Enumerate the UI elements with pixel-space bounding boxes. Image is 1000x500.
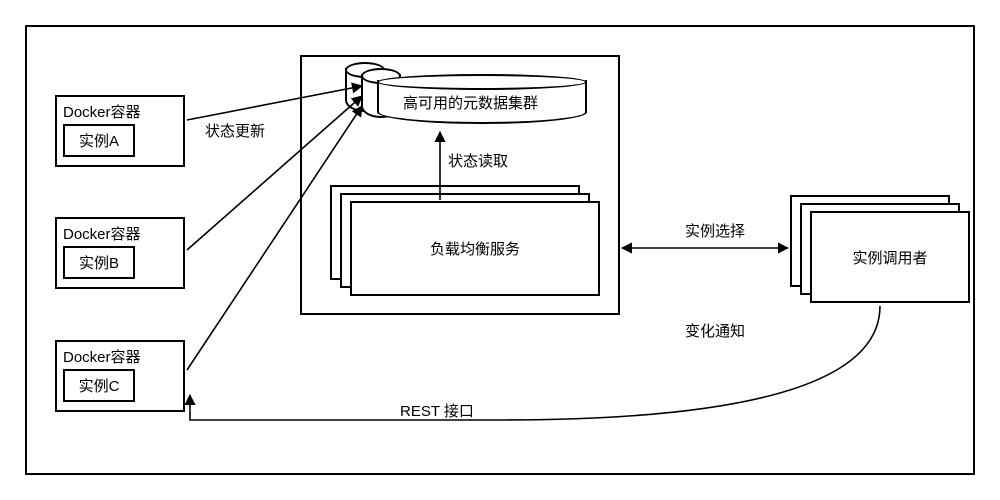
instance-a-box: 实例A: [63, 124, 135, 157]
instance-a-label: 实例A: [79, 133, 119, 150]
metadata-cluster-label: 高可用的元数据集群: [403, 92, 538, 113]
docker-container-a: Docker容器 实例A: [55, 95, 185, 167]
edge-label-state-read: 状态读取: [448, 150, 508, 171]
edge-label-change-notify: 变化通知: [685, 320, 745, 341]
edge-label-instance-select: 实例选择: [685, 220, 745, 241]
edge-label-state-update: 状态更新: [205, 120, 265, 141]
docker-container-b: Docker容器 实例B: [55, 217, 185, 289]
edge-label-rest-api: REST 接口: [400, 400, 474, 421]
docker-container-c: Docker容器 实例C: [55, 340, 185, 412]
instance-b-label: 实例B: [79, 255, 119, 272]
load-balance-stack: 负载均衡服务: [330, 185, 600, 295]
diagram-canvas: Docker容器 实例A Docker容器 实例B Docker容器 实例C 高…: [0, 0, 1000, 500]
docker-title-c: Docker容器: [63, 346, 177, 367]
metadata-cluster: 高可用的元数据集群: [345, 62, 595, 132]
instance-caller-stack: 实例调用者: [790, 195, 970, 305]
instance-caller-label: 实例调用者: [852, 247, 927, 268]
instance-c-label: 实例C: [79, 378, 120, 395]
instance-b-box: 实例B: [63, 246, 135, 279]
instance-c-box: 实例C: [63, 369, 135, 402]
docker-title-a: Docker容器: [63, 101, 177, 122]
load-balance-label: 负载均衡服务: [430, 238, 520, 259]
docker-title-b: Docker容器: [63, 223, 177, 244]
